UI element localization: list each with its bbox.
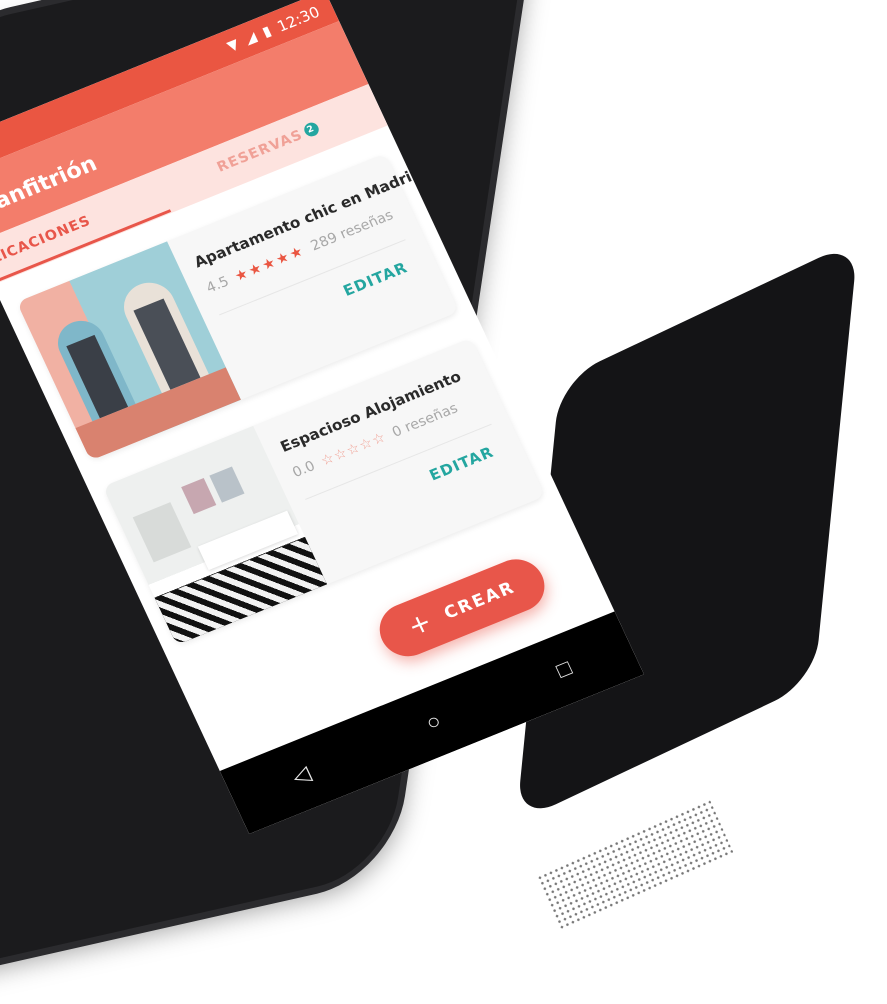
plus-icon: + (403, 606, 439, 643)
battery-icon: ▮ (260, 23, 274, 41)
signal-icon: ◢ (242, 29, 260, 48)
reservas-badge: 2 (301, 120, 321, 139)
back-icon[interactable]: ◁ (282, 757, 321, 793)
rating-value: 4.5 (203, 273, 232, 297)
home-icon[interactable]: ○ (416, 705, 452, 740)
recents-icon[interactable]: □ (546, 652, 582, 687)
create-button-label: CREAR (441, 577, 519, 624)
speaker-grill (536, 798, 734, 932)
rating-value: 0.0 (290, 458, 318, 481)
wifi-icon: ▼ (224, 36, 242, 55)
